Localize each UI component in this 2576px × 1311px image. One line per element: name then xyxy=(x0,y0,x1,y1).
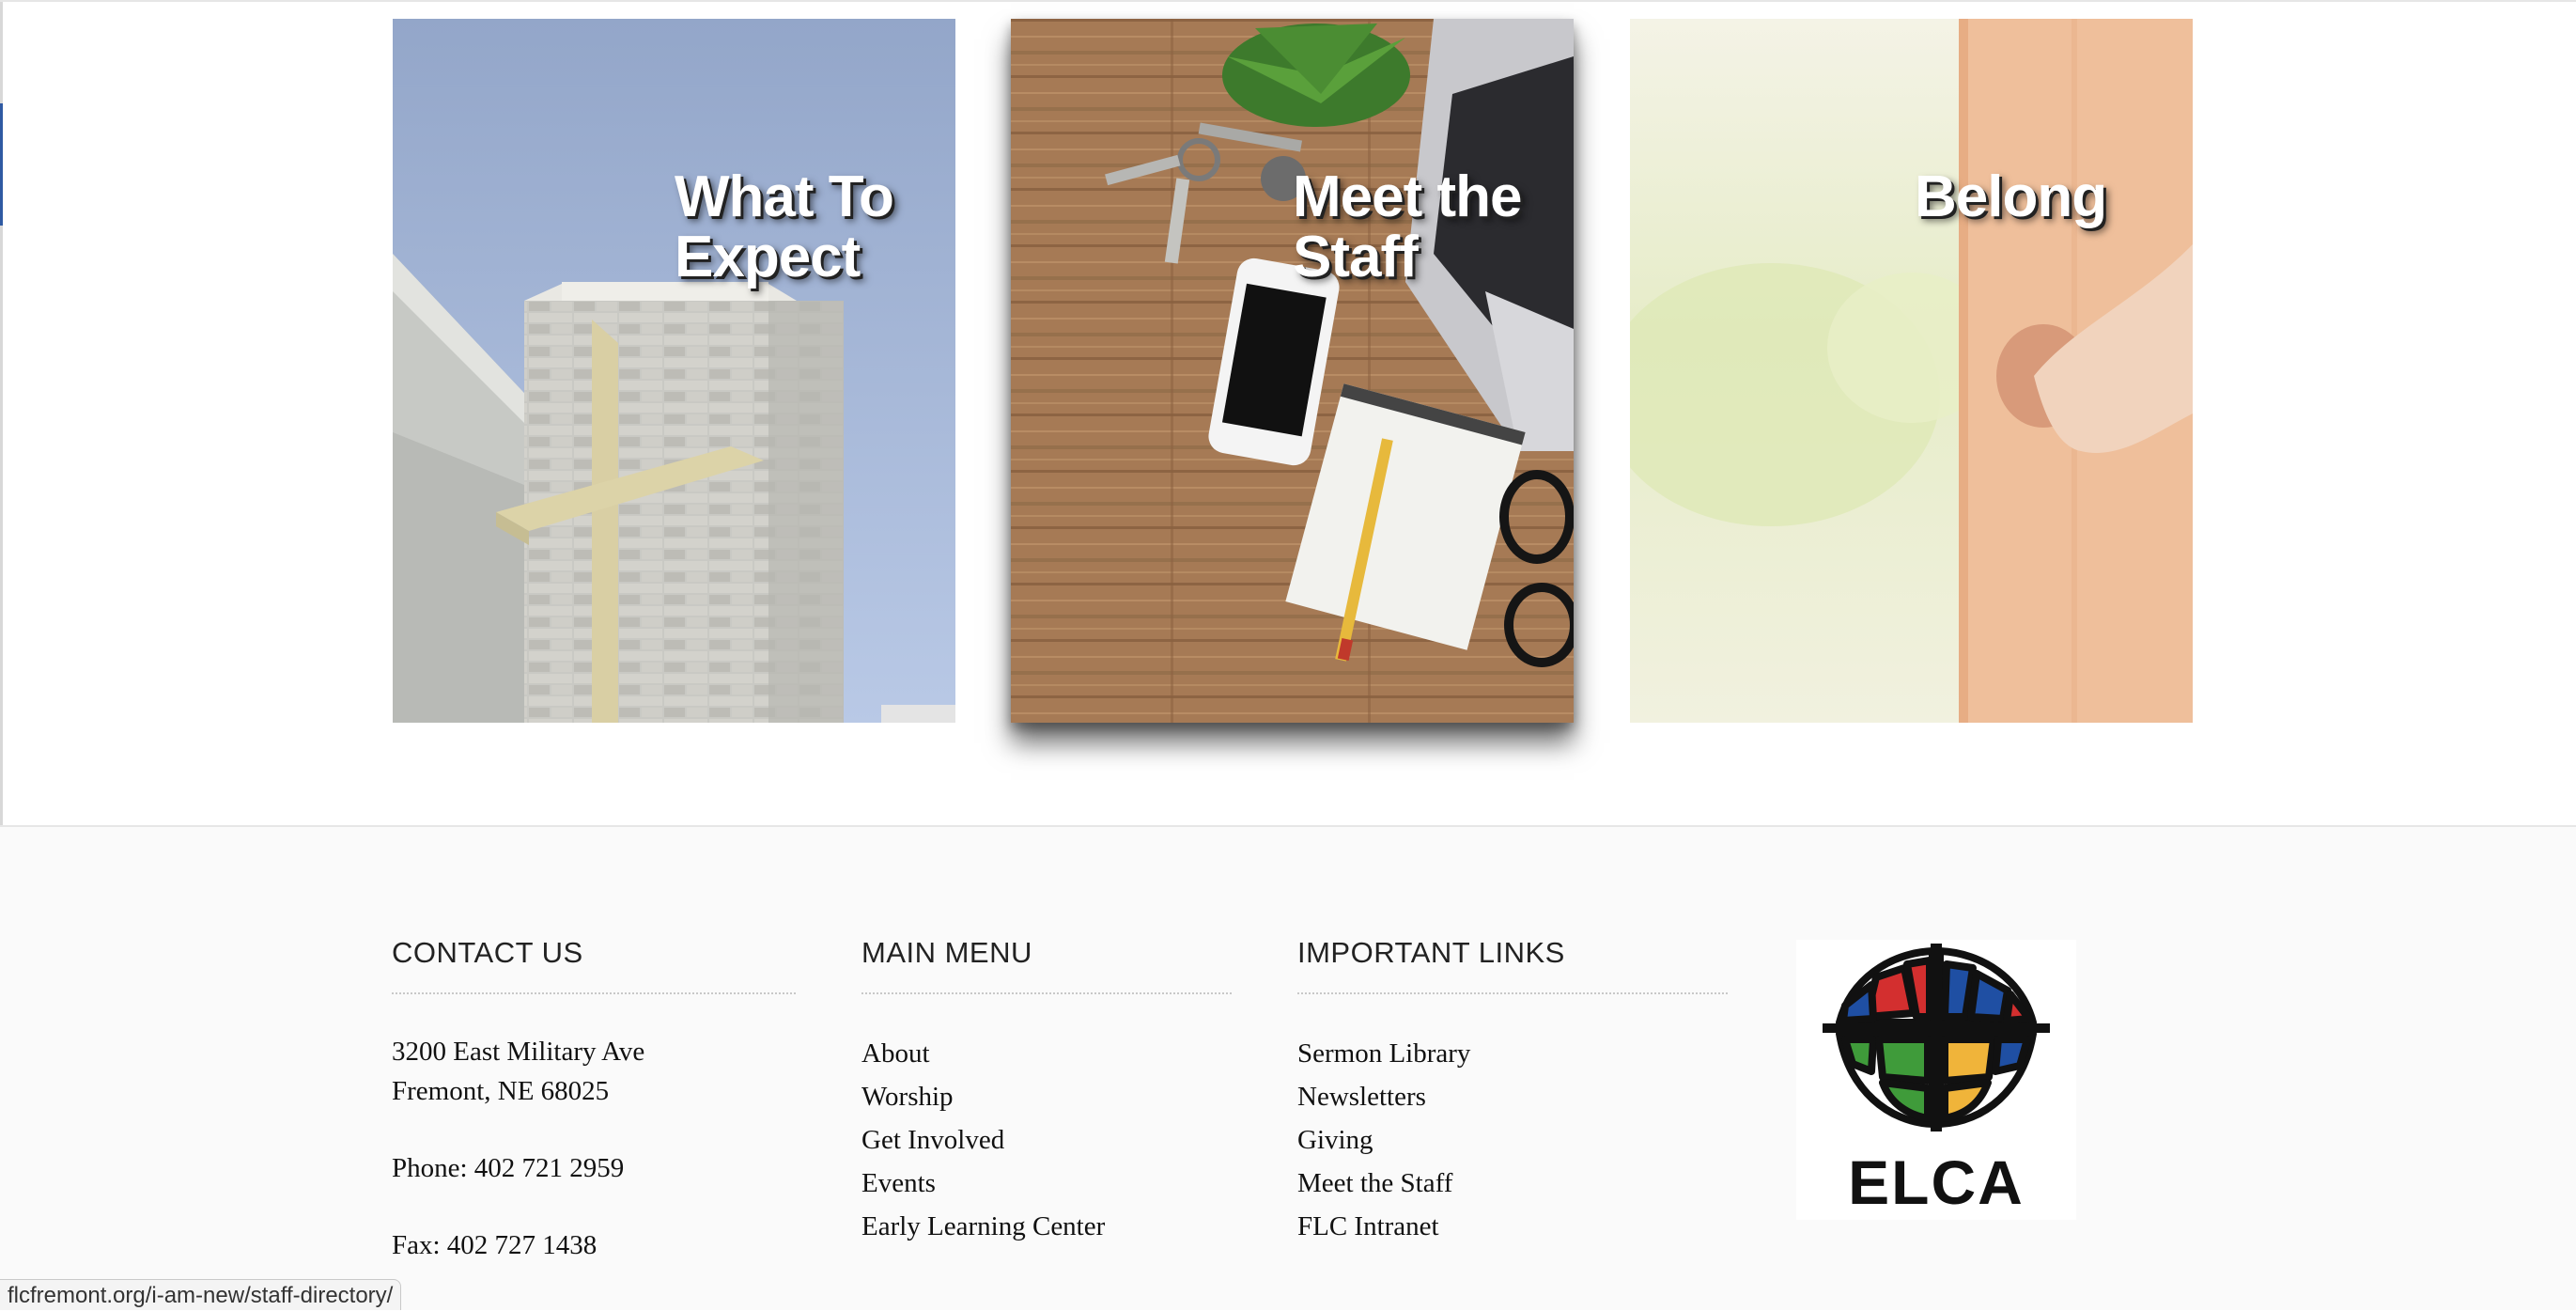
feature-cards-section: What To Expect Meet the Staff Belong xyxy=(0,0,2576,827)
elca-cross-globe-icon xyxy=(1823,944,2050,1132)
important-link-sermon-library[interactable]: Sermon Library xyxy=(1297,1032,1728,1075)
address-line-1: 3200 East Military Ave xyxy=(392,1037,645,1067)
elca-logo[interactable]: ELCA xyxy=(1796,940,2076,1220)
fax-number: Fax: 402 727 1438 xyxy=(392,1230,597,1260)
main-menu-item-early-learning-center[interactable]: Early Learning Center xyxy=(861,1205,1232,1248)
site-footer: CONTACT US 3200 East Military Ave Fremon… xyxy=(0,825,2576,1310)
contact-us-heading: CONTACT US xyxy=(392,936,796,994)
what-to-expect-card[interactable]: What To Expect xyxy=(393,19,955,723)
important-links-list: Sermon Library Newsletters Giving Meet t… xyxy=(1297,1032,1728,1248)
meet-the-staff-card[interactable]: Meet the Staff xyxy=(1011,19,1574,723)
open-door-image xyxy=(1630,19,2193,723)
phone-number: Phone: 402 721 2959 xyxy=(392,1153,625,1183)
main-menu-list: About Worship Get Involved Events Early … xyxy=(861,1032,1232,1248)
main-menu-column: MAIN MENU About Worship Get Involved Eve… xyxy=(861,936,1232,1248)
main-menu-heading: MAIN MENU xyxy=(861,936,1232,994)
contact-us-column: CONTACT US 3200 East Military Ave Fremon… xyxy=(392,936,796,1265)
address-line-2: Fremont, NE 68025 xyxy=(392,1076,610,1106)
important-link-flc-intranet[interactable]: FLC Intranet xyxy=(1297,1205,1728,1248)
important-link-newsletters[interactable]: Newsletters xyxy=(1297,1075,1728,1118)
elca-logo-text: ELCA xyxy=(1848,1147,2025,1217)
what-to-expect-title: What To Expect xyxy=(675,164,894,289)
main-menu-item-about[interactable]: About xyxy=(861,1032,1232,1075)
window-left-edge-accent xyxy=(0,103,3,226)
main-menu-item-get-involved[interactable]: Get Involved xyxy=(861,1118,1232,1162)
main-menu-item-worship[interactable]: Worship xyxy=(861,1075,1232,1118)
belong-title: Belong xyxy=(1915,164,2107,229)
important-links-column: IMPORTANT LINKS Sermon Library Newslette… xyxy=(1297,936,1728,1248)
important-link-meet-the-staff[interactable]: Meet the Staff xyxy=(1297,1162,1728,1205)
church-tower-image xyxy=(393,19,955,723)
desk-workspace-image xyxy=(1011,19,1574,723)
belong-card[interactable]: Belong xyxy=(1630,19,2193,723)
main-menu-item-events[interactable]: Events xyxy=(861,1162,1232,1205)
browser-status-bar-url: flcfremont.org/i-am-new/staff-directory/ xyxy=(0,1279,402,1310)
important-links-heading: IMPORTANT LINKS xyxy=(1297,936,1728,994)
meet-the-staff-title: Meet the Staff xyxy=(1293,164,1522,289)
important-link-giving[interactable]: Giving xyxy=(1297,1118,1728,1162)
